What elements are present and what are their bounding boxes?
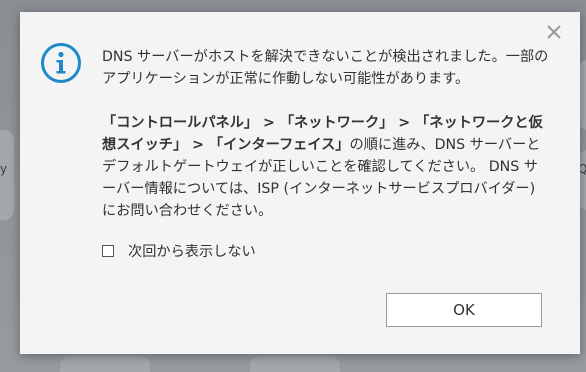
ok-button[interactable]: OK — [386, 293, 542, 327]
background-tile — [250, 356, 340, 372]
message-paragraph-1: DNS サーバーがホストを解決できないことが検出されました。一部のアプリケーショ… — [102, 49, 549, 87]
background-tile — [60, 356, 150, 372]
close-button[interactable] — [544, 22, 564, 42]
dont-show-again-option[interactable]: 次回から表示しない — [102, 240, 256, 262]
message-paragraph-2: 「コントロールパネル」 > 「ネットワーク」 > 「ネットワークと仮想スイッチ」… — [102, 112, 552, 222]
dns-warning-dialog: DNS サーバーがホストを解決できないことが検出されました。一部のアプリケーショ… — [20, 12, 580, 354]
dont-show-again-label[interactable]: 次回から表示しない — [128, 241, 256, 261]
info-icon — [40, 42, 82, 84]
dont-show-again-checkbox[interactable] — [102, 245, 114, 257]
background-partial-text: y — [0, 162, 8, 176]
dialog-message: DNS サーバーがホストを解決できないことが検出されました。一部のアプリケーショ… — [102, 46, 552, 222]
close-icon — [547, 25, 561, 39]
